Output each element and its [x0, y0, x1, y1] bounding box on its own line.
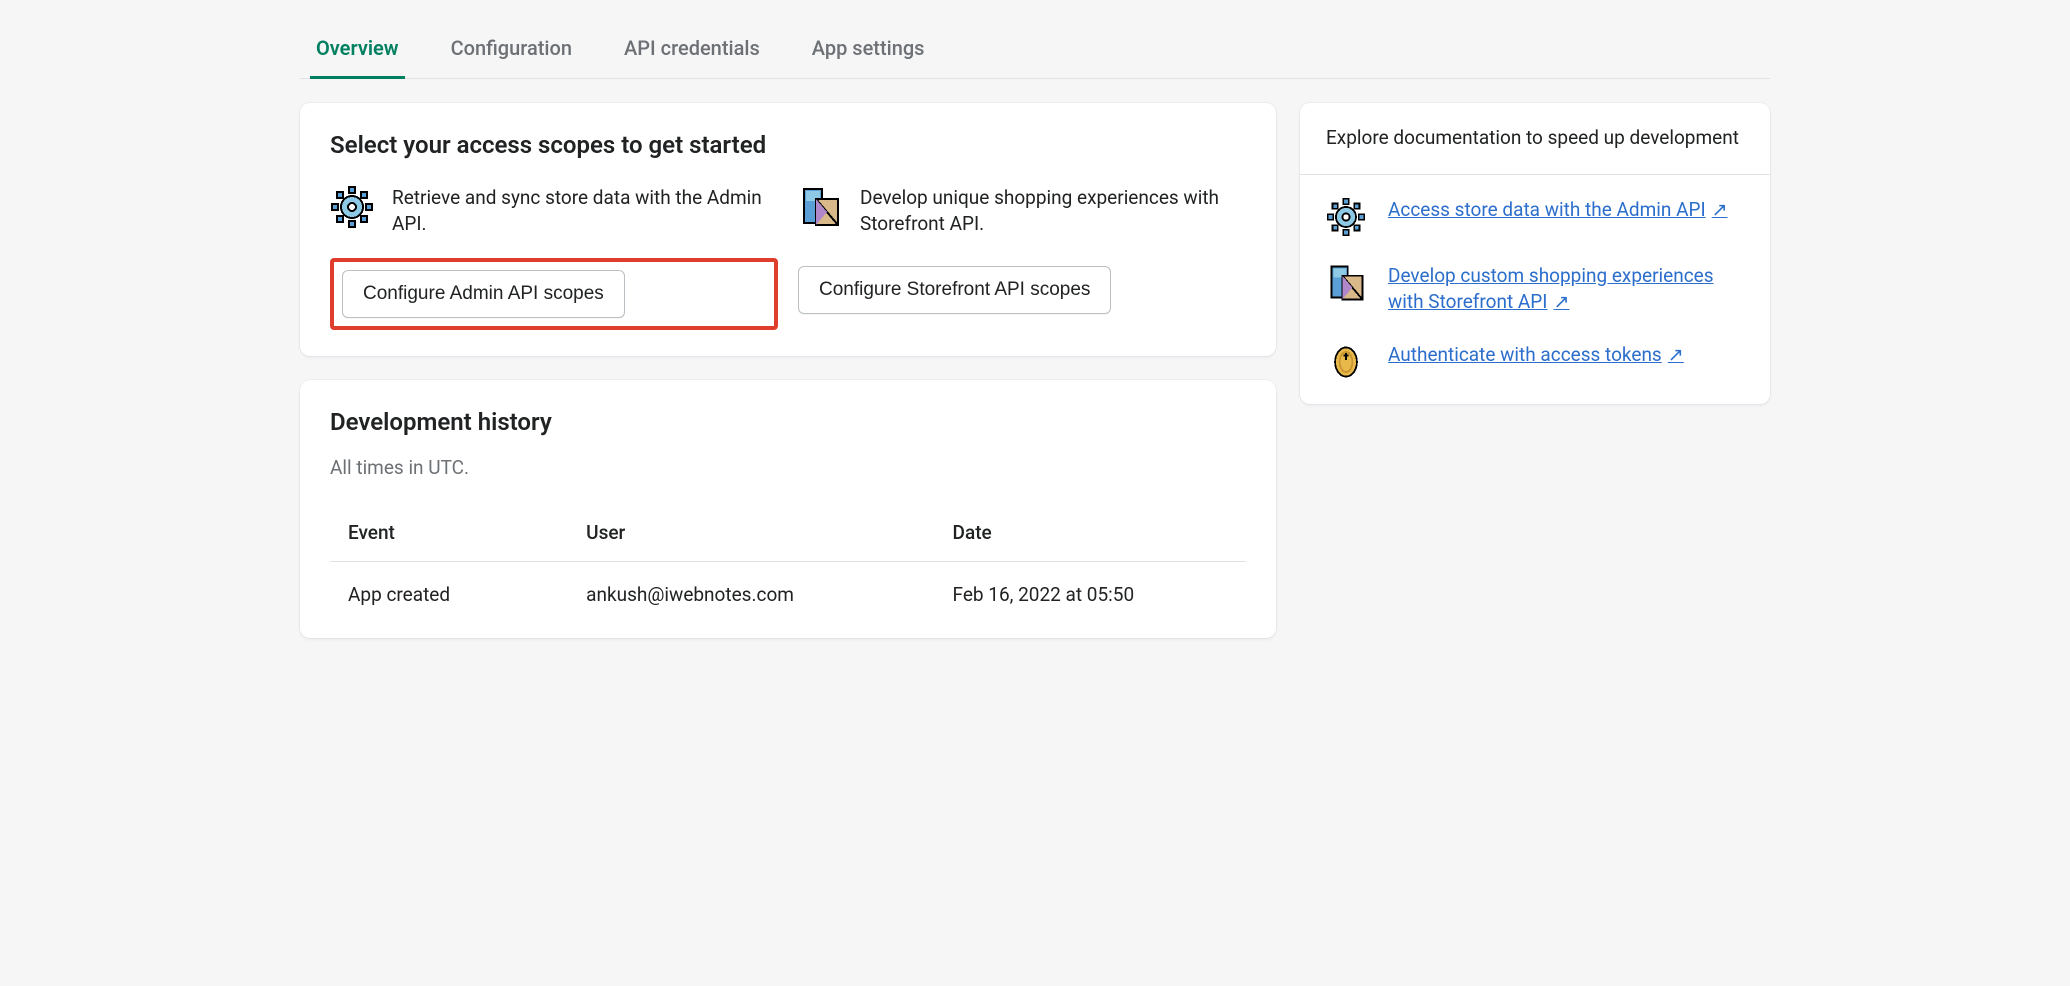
configure-admin-api-button[interactable]: Configure Admin API scopes [342, 270, 625, 318]
gear-icon [330, 185, 374, 229]
docs-item-admin-api: Access store data with the Admin API↗ [1326, 197, 1744, 237]
docs-link-admin-api[interactable]: Access store data with the Admin API↗ [1388, 197, 1728, 224]
development-history-card: Development history All times in UTC. Ev… [300, 380, 1276, 638]
col-date: Date [935, 506, 1246, 561]
configure-storefront-api-button[interactable]: Configure Storefront API scopes [798, 266, 1111, 314]
external-link-icon: ↗ [1553, 290, 1569, 313]
docs-link-storefront-api[interactable]: Develop custom shopping experiences with… [1388, 263, 1744, 316]
storefront-api-description: Develop unique shopping experiences with… [860, 185, 1246, 238]
tab-app-settings[interactable]: App settings [806, 20, 931, 79]
storefront-icon [1326, 263, 1366, 303]
cell-date: Feb 16, 2022 at 05:50 [935, 561, 1246, 628]
docs-link-auth-tokens[interactable]: Authenticate with access tokens↗ [1388, 342, 1684, 369]
tab-overview[interactable]: Overview [310, 20, 405, 79]
cell-event: App created [330, 561, 568, 628]
highlight-admin-scopes: Configure Admin API scopes [330, 258, 778, 330]
gear-icon [1326, 197, 1366, 237]
docs-item-storefront-api: Develop custom shopping experiences with… [1326, 263, 1744, 316]
cell-user: ankush@iwebnotes.com [568, 561, 934, 628]
admin-api-block: Retrieve and sync store data with the Ad… [330, 185, 778, 330]
tab-configuration[interactable]: Configuration [445, 20, 578, 79]
tabs-nav: Overview Configuration API credentials A… [300, 20, 1770, 79]
history-title: Development history [330, 406, 1246, 440]
scopes-title: Select your access scopes to get started [330, 129, 1246, 163]
history-subtitle: All times in UTC. [330, 455, 1246, 482]
external-link-icon: ↗ [1668, 343, 1684, 366]
history-table: Event User Date App created ankush@iwebn… [330, 506, 1246, 628]
external-link-icon: ↗ [1712, 198, 1728, 221]
tab-api-credentials[interactable]: API credentials [618, 20, 766, 79]
storefront-api-block: Develop unique shopping experiences with… [798, 185, 1246, 330]
access-scopes-card: Select your access scopes to get started [300, 103, 1276, 356]
admin-api-description: Retrieve and sync store data with the Ad… [392, 185, 778, 238]
col-event: Event [330, 506, 568, 561]
table-row: App created ankush@iwebnotes.com Feb 16,… [330, 561, 1246, 628]
docs-card: Explore documentation to speed up develo… [1300, 103, 1770, 404]
col-user: User [568, 506, 934, 561]
storefront-icon [798, 185, 842, 229]
token-icon [1326, 342, 1366, 382]
docs-item-auth-tokens: Authenticate with access tokens↗ [1326, 342, 1744, 382]
docs-header: Explore documentation to speed up develo… [1300, 103, 1770, 175]
